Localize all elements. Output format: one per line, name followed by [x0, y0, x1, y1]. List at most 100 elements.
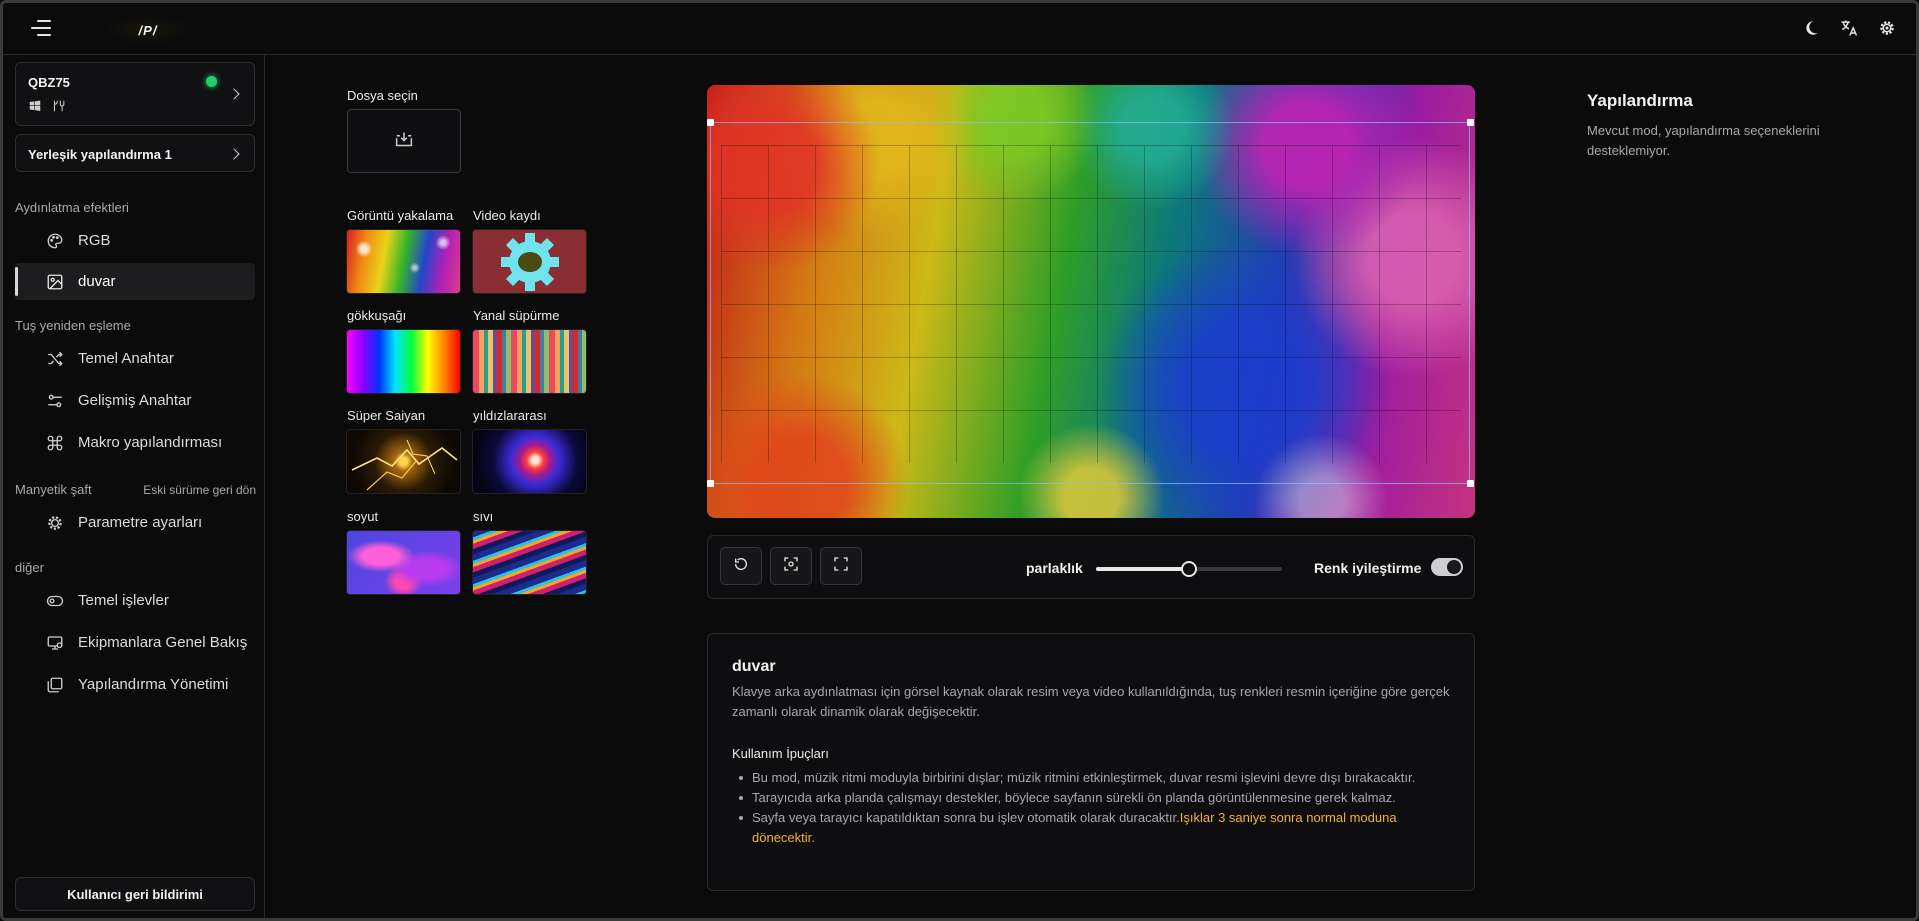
color-enhance-label: Renk iyileştirme: [1314, 560, 1422, 576]
section-title-other: diğer: [15, 560, 44, 575]
sidebar-item-label: Makro yapılandırması: [78, 434, 223, 451]
section-title-magnetic: Manyetik şaft: [15, 482, 92, 497]
moon-icon[interactable]: [1800, 17, 1822, 39]
device-platform-icons: [28, 99, 66, 118]
brightness-slider[interactable]: [1096, 561, 1282, 577]
tip-text: Sayfa veya tarayıcı kapatıldıktan sonra …: [752, 810, 1180, 825]
app-window: /P/ QBZ75 Yerleşik yapılandırma 1 Aydınl…: [0, 0, 1919, 921]
settings-icon[interactable]: [1876, 17, 1898, 39]
tips-title: Kullanım İpuçları: [732, 746, 829, 761]
sidebar: QBZ75 Yerleşik yapılandırma 1 Aydınlatma…: [3, 55, 265, 918]
config-selector[interactable]: Yerleşik yapılandırma 1: [15, 134, 255, 172]
tips-list: Bu mod, müzik ritmi moduyla birbirini dı…: [739, 768, 1452, 848]
preset-thumbnail-abstract[interactable]: [346, 530, 461, 595]
preset-thumbnail-screen-capture[interactable]: [346, 229, 461, 294]
reset-button[interactable]: [720, 547, 762, 585]
tip-item: Bu mod, müzik ritmi moduyla birbirini dı…: [739, 768, 1452, 788]
config-selector-label: Yerleşik yapılandırma 1: [28, 147, 172, 162]
palette-icon: [45, 231, 65, 251]
sidebar-item-label: Gelişmiş Anahtar: [78, 392, 192, 409]
gear-icon: [45, 513, 65, 533]
sidebar-item-label: Temel Anahtar: [78, 350, 174, 367]
preset-label: Süper Saiyan: [347, 408, 426, 423]
brightness-label: parlaklık: [1026, 560, 1083, 576]
image-icon: [45, 272, 65, 292]
preset-label: gökkuşağı: [347, 308, 407, 323]
brightness-slider-fill: [1096, 567, 1189, 571]
brand-logo: /P/: [107, 15, 189, 45]
tip-item: Tarayıcıda arka planda çalışmayı destekl…: [739, 788, 1452, 808]
preview-controls: parlaklık Renk iyileştirme: [707, 535, 1475, 599]
expand-icon: [833, 556, 849, 577]
lightning-graphic: [351, 439, 458, 491]
gear-shape-graphic: [500, 232, 559, 291]
crop-handle-top-left[interactable]: [707, 119, 714, 126]
preset-label: soyut: [347, 509, 379, 524]
file-select-label: Dosya seçin: [347, 88, 418, 103]
preset-label: Video kaydı: [473, 208, 541, 223]
preset-label: yıldızlararası: [473, 408, 547, 423]
toggle-icon: [45, 591, 65, 611]
translate-icon[interactable]: [1838, 17, 1860, 39]
sidebar-item-label: Temel işlevler: [78, 592, 169, 609]
sidebar-item-label: duvar: [78, 273, 116, 290]
crop-selection-box[interactable]: [710, 122, 1470, 484]
preset-thumbnail-interstellar[interactable]: [472, 429, 587, 494]
preset-thumbnail-side-sweep[interactable]: [472, 329, 587, 394]
files-icon: [45, 675, 65, 695]
sidebar-item-macro[interactable]: Makro yapılandırması: [15, 424, 255, 461]
config-panel-title: Yapılandırma: [1587, 91, 1693, 110]
connection-status-dot: [206, 76, 217, 87]
brightness-slider-knob[interactable]: [1181, 561, 1197, 577]
sidebar-item-label: Parametre ayarları: [78, 514, 203, 531]
section-title-lighting: Aydınlatma efektleri: [15, 200, 129, 215]
device-card[interactable]: QBZ75: [15, 62, 255, 126]
sidebar-item-advanced-key[interactable]: Gelişmiş Anahtar: [15, 382, 255, 419]
monitor-icon: [45, 633, 65, 653]
capture-region-button[interactable]: [770, 547, 812, 585]
sliders-icon: [45, 391, 65, 411]
sidebar-item-parameters[interactable]: Parametre ayarları: [15, 504, 255, 541]
config-panel-description: Mevcut mod, yapılandırma seçeneklerini d…: [1587, 123, 1820, 158]
sidebar-item-basic-functions[interactable]: Temel işlevler: [15, 582, 255, 619]
user-feedback-button[interactable]: Kullanıcı geri bildirimi: [15, 877, 255, 911]
top-actions: [1800, 17, 1898, 39]
focus-icon: [783, 556, 799, 577]
crop-handle-bottom-left[interactable]: [707, 480, 714, 487]
tip-item: Sayfa veya tarayıcı kapatıldıktan sonra …: [739, 808, 1452, 848]
command-icon: [45, 433, 65, 453]
color-enhance-toggle[interactable]: [1431, 558, 1463, 576]
file-upload-button[interactable]: [347, 109, 461, 173]
sidebar-item-equipment-overview[interactable]: Ekipmanlara Genel Bakış: [15, 624, 255, 661]
sidebar-item-basic-key[interactable]: Temel Anahtar: [15, 340, 255, 377]
sidebar-item-label: RGB: [78, 232, 111, 249]
wallpaper-preview[interactable]: [707, 85, 1475, 518]
crop-handle-bottom-right[interactable]: [1467, 480, 1474, 487]
sidebar-item-config-management[interactable]: Yapılandırma Yönetimi: [15, 666, 255, 703]
revert-version-link[interactable]: Eski sürüme geri dön: [143, 483, 256, 497]
top-bar: /P/: [3, 3, 1916, 55]
crop-handle-top-right[interactable]: [1467, 119, 1474, 126]
preset-thumbnail-video-record[interactable]: [472, 229, 587, 294]
usb-cable-icon: [50, 99, 66, 118]
windows-icon: [28, 99, 42, 118]
rotate-ccw-icon: [733, 556, 749, 577]
sidebar-item-label: Ekipmanlara Genel Bakış: [78, 634, 248, 651]
preset-label: Yanal süpürme: [473, 308, 560, 323]
menu-icon[interactable]: [29, 18, 51, 38]
sidebar-item-rgb[interactable]: RGB: [15, 222, 255, 259]
sidebar-item-wall[interactable]: duvar: [15, 263, 255, 300]
device-name: QBZ75: [28, 75, 70, 90]
import-icon: [394, 130, 414, 153]
chevron-right-icon: [228, 148, 240, 160]
preset-thumbnail-rainbow[interactable]: [346, 329, 461, 394]
toggle-knob: [1447, 560, 1461, 574]
mode-info-panel: duvar Klavye arka aydınlatması için görs…: [707, 633, 1475, 891]
section-title-remap: Tuş yeniden eşleme: [15, 318, 131, 333]
preset-label: sıvı: [473, 509, 494, 524]
preset-thumbnail-liquid[interactable]: [472, 530, 587, 595]
preset-label: Görüntü yakalama: [347, 208, 454, 223]
info-description: Klavye arka aydınlatması için görsel kay…: [732, 684, 1450, 719]
preset-thumbnail-super-saiyan[interactable]: [346, 429, 461, 494]
fullscreen-button[interactable]: [820, 547, 862, 585]
